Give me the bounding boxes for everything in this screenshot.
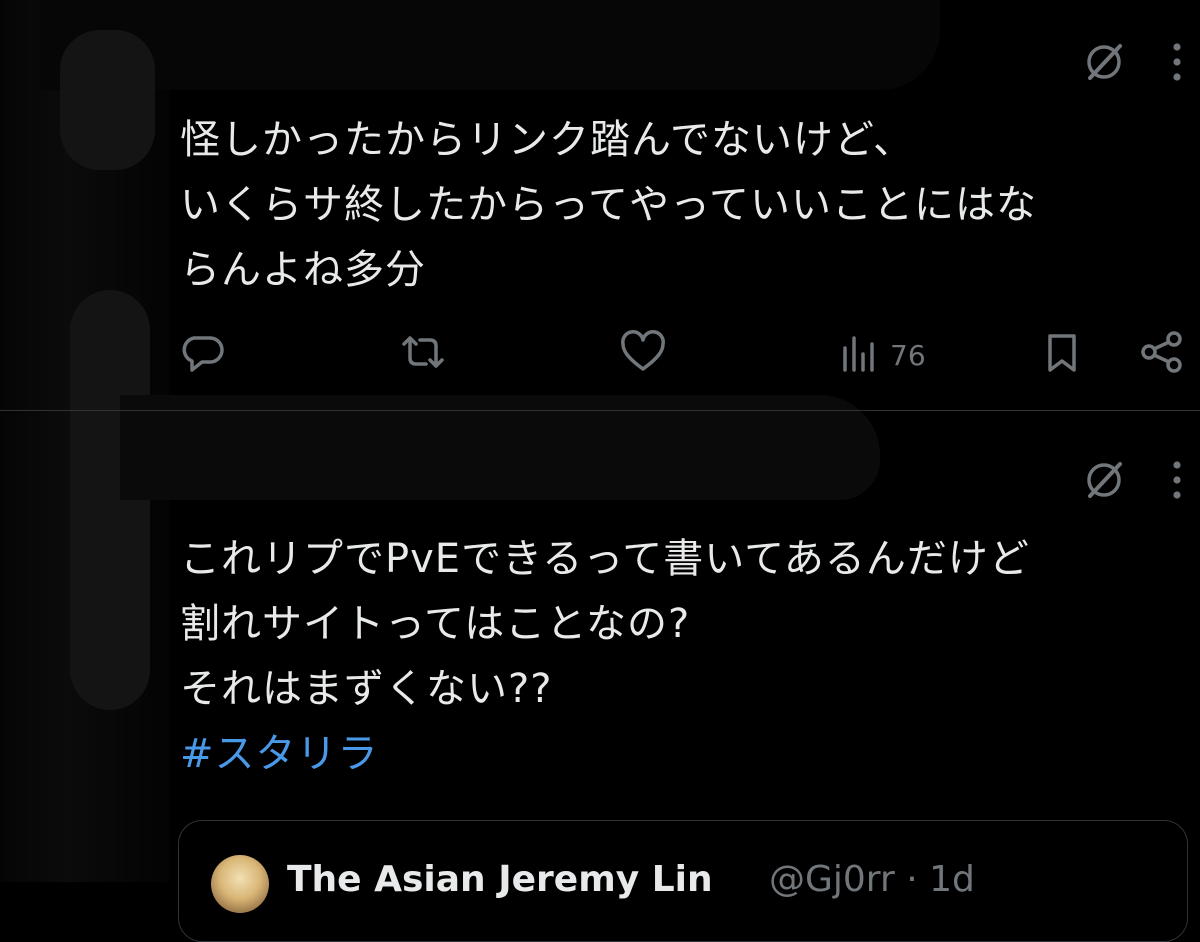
tweet-text-line: いくらサ終したからってやっていいことにはな (180, 182, 1037, 228)
hashtag-link[interactable]: #スタリラ (180, 722, 1170, 787)
views-count: 76 (890, 339, 926, 372)
quoted-author-handle[interactable]: @Gj0rr (769, 859, 895, 900)
share-icon (1138, 330, 1186, 381)
more-options-icon[interactable] (1172, 42, 1182, 82)
quoted-tweet-time: · 1d (906, 859, 975, 900)
tweet-text-line: これリプでPvEできるって書いてあるんだけど (180, 536, 1030, 582)
tweet-text-line: 怪しかったからリンク踏んでないけど、 (180, 117, 914, 163)
repost-button[interactable] (398, 330, 448, 381)
tweet-text-line: それはまずくない?? (180, 666, 553, 712)
like-button[interactable] (618, 330, 668, 381)
quoted-author-name[interactable]: The Asian Jeremy Lin (287, 859, 713, 900)
tweet-text: 怪しかったからリンク踏んでないけど、 いくらサ終したからってやっていいことにはな… (180, 108, 1170, 303)
bookmark-button[interactable] (1042, 330, 1082, 381)
heart-icon (618, 330, 668, 381)
tweet-text: これリプでPvEできるって書いてあるんだけど 割れサイトってはことなの? それは… (180, 527, 1170, 787)
tweet-text-line: 割れサイトってはことなの? (180, 601, 691, 647)
tweet-header-icons (1082, 40, 1182, 84)
avatar[interactable] (211, 855, 269, 913)
views-button[interactable]: 76 (840, 330, 926, 381)
quoted-tweet[interactable]: The Asian Jeremy Lin @Gj0rr · 1d (178, 820, 1188, 942)
quoted-author-meta: @Gj0rr · 1d (769, 859, 975, 900)
grok-icon[interactable] (1082, 458, 1126, 502)
reply-icon (180, 330, 226, 381)
tweet[interactable]: 怪しかったからリンク踏んでないけど、 いくらサ終したからってやっていいことにはな… (0, 0, 1200, 410)
repost-icon (398, 330, 448, 381)
tweet-action-bar: 76 (180, 330, 1190, 378)
bookmark-icon (1042, 330, 1082, 381)
share-button[interactable] (1138, 330, 1186, 381)
grok-icon[interactable] (1082, 40, 1126, 84)
tweet-header-icons (1082, 458, 1182, 502)
reply-button[interactable] (180, 330, 226, 381)
more-options-icon[interactable] (1172, 460, 1182, 500)
views-icon (840, 330, 880, 381)
tweet-text-line: らんよね多分 (180, 247, 426, 293)
